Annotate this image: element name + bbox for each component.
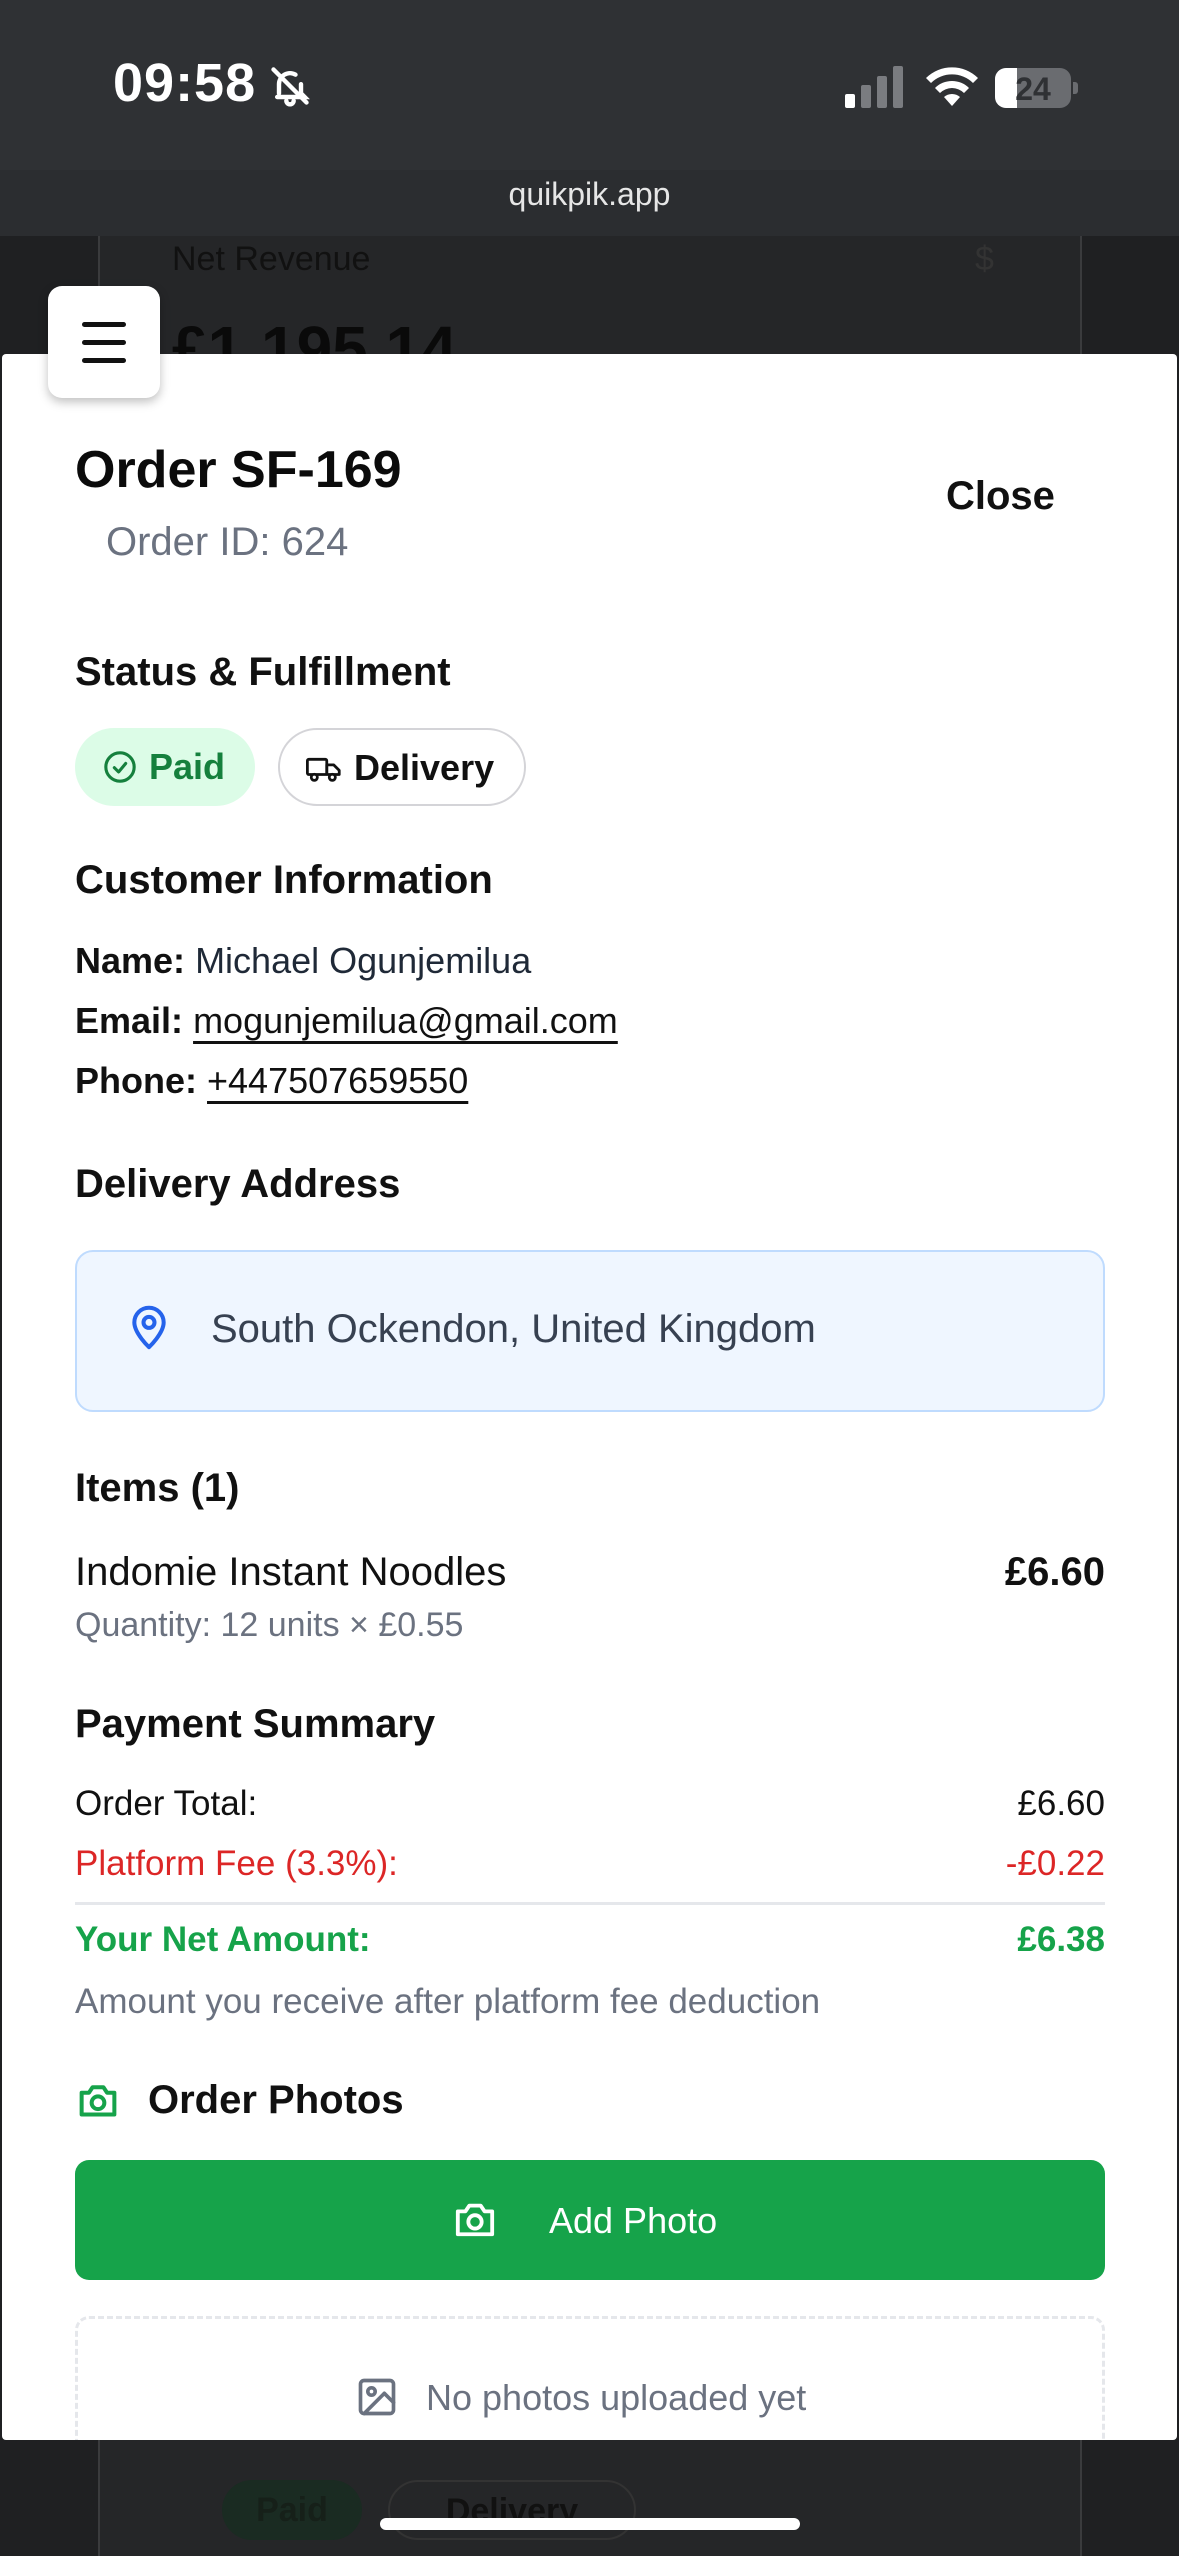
delivery-badge: Delivery <box>278 728 526 806</box>
order-title: Order SF-169 <box>75 441 402 499</box>
background-net-revenue-label: Net Revenue <box>172 240 371 278</box>
customer-name: Michael Ogunjemilua <box>195 940 532 981</box>
item-quantity: Quantity: 12 units × £0.55 <box>75 1606 464 1644</box>
net-amount-row: Your Net Amount: £6.38 <box>75 1920 1105 1959</box>
items-heading: Items (1) <box>75 1466 240 1510</box>
camera-icon <box>79 2085 117 2117</box>
payment-heading: Payment Summary <box>75 1702 436 1746</box>
status-heading: Status & Fulfillment <box>75 650 451 694</box>
order-total-value: £6.60 <box>1017 1784 1105 1823</box>
net-amount-value: £6.38 <box>1017 1920 1105 1959</box>
camera-icon <box>455 2203 495 2237</box>
check-circle-icon <box>104 751 136 783</box>
platform-fee-value: -£0.22 <box>1005 1844 1105 1883</box>
platform-fee-row: Platform Fee (3.3%): -£0.22 <box>75 1844 1105 1883</box>
customer-heading: Customer Information <box>75 858 493 902</box>
bell-off-icon <box>271 67 310 107</box>
order-total-row: Order Total: £6.60 <box>75 1784 1105 1823</box>
customer-phone-row: Phone: +447507659550 <box>75 1060 469 1101</box>
cellular-signal-icon <box>845 66 903 108</box>
status-time: 09:58 <box>113 53 257 113</box>
net-amount-note: Amount you receive after platform fee de… <box>75 1982 821 2021</box>
battery-level: 24 <box>1015 71 1051 107</box>
photos-empty-state: No photos uploaded yet <box>75 2316 1105 2440</box>
status-bar: 09:58 24 quikpik.app <box>0 0 1179 212</box>
order-id: Order ID: 624 <box>106 520 349 564</box>
menu-button[interactable] <box>48 286 160 398</box>
close-button[interactable]: Close <box>946 474 1055 519</box>
add-photo-button[interactable]: Add Photo <box>75 2160 1105 2280</box>
address-bar-url[interactable]: quikpik.app <box>0 176 1179 213</box>
map-pin-icon <box>132 1305 166 1350</box>
order-details-modal: Order SF-169 Order ID: 624 Close Status … <box>2 354 1177 2440</box>
background-delivery-badge: Delivery <box>388 2480 636 2540</box>
customer-email-row: Email: mogunjemilua@gmail.com <box>75 1000 618 1041</box>
background-paid-badge: Paid <box>222 2480 362 2540</box>
customer-email-link[interactable]: mogunjemilua@gmail.com <box>193 1000 618 1041</box>
home-indicator[interactable] <box>380 2518 800 2530</box>
customer-name-row: Name: Michael Ogunjemilua <box>75 940 532 981</box>
background-dollar-icon: $ <box>975 240 994 278</box>
customer-phone-link[interactable]: +447507659550 <box>207 1060 468 1101</box>
wifi-icon <box>926 67 978 106</box>
battery-icon: 24 <box>995 68 1078 108</box>
hamburger-icon <box>82 322 126 327</box>
order-photos-heading: Order Photos <box>148 2078 404 2122</box>
payment-divider <box>75 1902 1105 1905</box>
truck-icon <box>306 757 341 782</box>
image-icon <box>358 2378 396 2416</box>
delivery-heading: Delivery Address <box>75 1162 401 1206</box>
paid-badge: Paid <box>75 728 255 806</box>
delivery-address: South Ockendon, United Kingdom <box>211 1307 816 1351</box>
item-name: Indomie Instant Noodles <box>75 1550 507 1594</box>
item-price: £6.60 <box>1004 1550 1105 1594</box>
delivery-address-box: South Ockendon, United Kingdom <box>75 1250 1105 1412</box>
